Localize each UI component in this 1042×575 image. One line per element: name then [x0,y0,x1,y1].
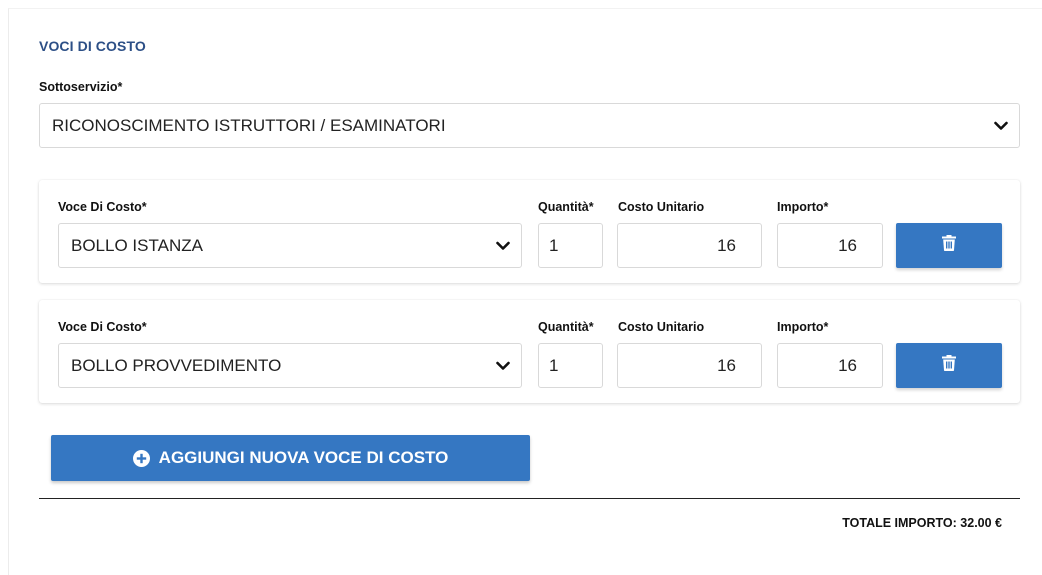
quantity-field[interactable]: 1 [538,223,603,268]
quantity-label: Quantità* [538,200,594,214]
unit-cost-label: Costo Unitario [618,320,705,334]
subservice-select[interactable]: RICONOSCIMENTO ISTRUTTORI / ESAMINATORI [39,103,1020,148]
unit-cost-field[interactable]: 16 [617,223,762,268]
cost-item-card: Voce Di Costo* BOLLO PROVVEDIMENTO Quant… [39,300,1020,403]
cost-items-panel [8,8,1042,575]
trash-icon [942,235,956,256]
voce-selected-value: BOLLO ISTANZA [71,235,203,255]
divider [39,498,1020,499]
quantity-field[interactable]: 1 [538,343,603,388]
add-cost-item-label: AGGIUNGI NUOVA VOCE DI COSTO [158,448,449,467]
total-amount: TOTALE IMPORTO: 32.00 € [842,516,1002,530]
subservice-selected-value: RICONOSCIMENTO ISTRUTTORI / ESAMINATORI [52,115,446,135]
chevron-down-icon [495,238,511,254]
cost-item-card: Voce Di Costo* BOLLO ISTANZA Quantità* 1… [39,180,1020,283]
trash-icon [942,355,956,376]
amount-label: Importo* [777,320,829,334]
amount-label: Importo* [777,200,829,214]
chevron-down-icon [993,118,1009,134]
amount-field[interactable]: 16 [777,223,883,268]
voce-label: Voce Di Costo* [58,320,147,334]
delete-item-button[interactable] [896,343,1002,388]
section-title: VOCI DI COSTO [39,38,146,54]
amount-field[interactable]: 16 [777,343,883,388]
voce-select[interactable]: BOLLO ISTANZA [58,223,522,268]
add-cost-item-button[interactable]: AGGIUNGI NUOVA VOCE DI COSTO [51,435,530,481]
subservice-label: Sottoservizio* [39,80,123,94]
quantity-label: Quantità* [538,320,594,334]
delete-item-button[interactable] [896,223,1002,268]
unit-cost-field[interactable]: 16 [617,343,762,388]
unit-cost-label: Costo Unitario [618,200,705,214]
voce-select[interactable]: BOLLO PROVVEDIMENTO [58,343,522,388]
voce-selected-value: BOLLO PROVVEDIMENTO [71,355,282,375]
voce-label: Voce Di Costo* [58,200,147,214]
chevron-down-icon [495,358,511,374]
plus-circle-icon [132,449,150,467]
